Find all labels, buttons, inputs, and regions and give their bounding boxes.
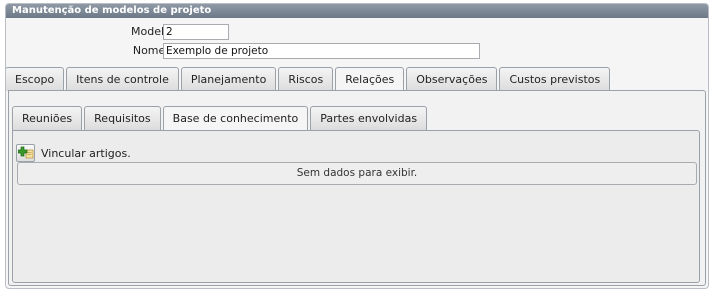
relacoes-tab-content: Reuniões Requisitos Base de conhecimento… [8, 90, 706, 286]
tab-requisitos[interactable]: Requisitos [84, 106, 161, 130]
add-link-icon [17, 146, 33, 159]
tab-custos-previstos[interactable]: Custos previstos [499, 67, 611, 91]
tab-observacoes[interactable]: Observações [406, 67, 498, 91]
sub-tab-bar: Reuniões Requisitos Base de conhecimento… [12, 106, 428, 131]
modelo-field[interactable] [163, 24, 229, 40]
tab-riscos[interactable]: Riscos [278, 67, 334, 91]
link-articles-label[interactable]: Vincular artigos. [41, 147, 131, 160]
tab-partes-envolvidas[interactable]: Partes envolvidas [310, 106, 428, 130]
knowledge-base-content: Vincular artigos. Sem dados para exibir. [12, 130, 700, 283]
tab-reunioes[interactable]: Reuniões [12, 106, 83, 130]
nome-field[interactable] [163, 43, 480, 59]
modelo-row: Modelo : [6, 24, 708, 40]
empty-grid-message: Sem dados para exibir. [17, 162, 697, 185]
tab-base-de-conhecimento[interactable]: Base de conhecimento [162, 106, 309, 131]
tab-escopo[interactable]: Escopo [6, 67, 65, 91]
nome-row: Nome* : [6, 43, 708, 59]
tab-planejamento[interactable]: Planejamento [180, 67, 277, 91]
model-form: Modelo : Nome* : [6, 18, 708, 64]
model-maintenance-panel: Manutenção de modelos de projeto Modelo … [5, 3, 709, 289]
panel-title: Manutenção de modelos de projeto [6, 4, 708, 18]
tab-relacoes[interactable]: Relações [335, 67, 405, 92]
grid-toolbar: Vincular artigos. [16, 144, 131, 162]
main-tab-bar: Escopo Itens de controle Planejamento Ri… [6, 67, 611, 92]
tab-itens-de-controle[interactable]: Itens de controle [66, 67, 179, 91]
add-article-button[interactable] [16, 144, 35, 162]
